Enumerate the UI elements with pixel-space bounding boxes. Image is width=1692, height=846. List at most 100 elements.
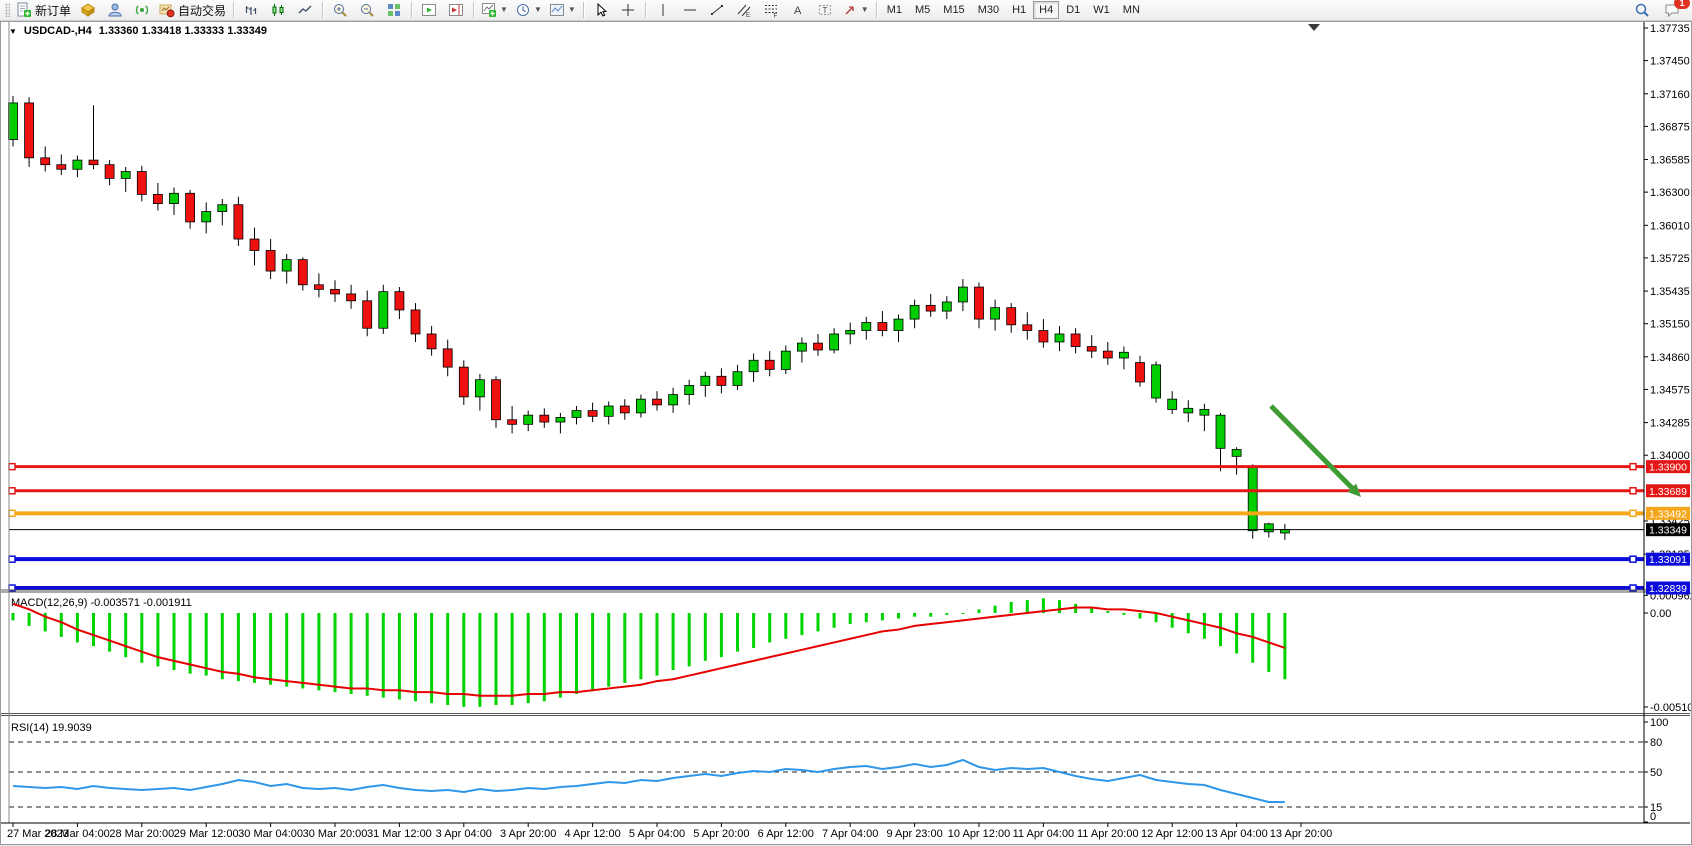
autotrade-button[interactable]: 自动交易 (156, 0, 229, 20)
macd-histogram-bar (768, 613, 771, 642)
line-handle[interactable] (1630, 510, 1636, 516)
crosshair-icon (620, 2, 636, 18)
timeframe-mn-button[interactable]: MN (1117, 1, 1146, 19)
macd-histogram-bar (1139, 613, 1142, 619)
rsi-tick-label: 0 (1650, 811, 1656, 823)
search-button[interactable] (1629, 0, 1655, 20)
chat-button[interactable]: 1 (1659, 0, 1685, 20)
macd-histogram-bar (124, 613, 127, 657)
bear-candle (1103, 351, 1112, 358)
toolbar-separator (583, 2, 584, 18)
line-chart-button[interactable] (292, 0, 318, 20)
macd-histogram-bar (108, 613, 111, 652)
chart-shift-marker[interactable] (1308, 24, 1320, 31)
trendline-tool-button[interactable] (704, 0, 730, 20)
price-tick-label: 1.34860 (1650, 352, 1690, 364)
profile-button[interactable] (102, 0, 128, 20)
macd-histogram-bar (1283, 613, 1286, 679)
time-tick-label: 11 Apr 04:00 (1013, 828, 1075, 840)
time-tick-label: 5 Apr 04:00 (629, 828, 685, 840)
time-tick-label: 28 Mar 20:00 (109, 828, 174, 840)
macd-histogram-bar (382, 613, 385, 698)
horizontal-line-tool-button[interactable] (677, 0, 703, 20)
channel-tool-button[interactable]: E (731, 0, 757, 20)
bear-candle (620, 406, 629, 413)
templates-button[interactable]: ▼ (546, 0, 579, 20)
bear-candle (1087, 347, 1096, 352)
periods-button[interactable]: ▼ (512, 0, 545, 20)
macd-histogram-bar (317, 613, 320, 690)
chart-dropdown-icon[interactable]: ▼ (9, 27, 17, 36)
crosshair-tool-button[interactable] (615, 0, 641, 20)
auto-scroll-button[interactable] (416, 0, 442, 20)
broadcast-button[interactable] (129, 0, 155, 20)
line-handle[interactable] (1630, 488, 1636, 494)
line-handle[interactable] (9, 464, 15, 470)
time-tick-label: 6 Apr 12:00 (758, 828, 814, 840)
tile-windows-button[interactable] (381, 0, 407, 20)
timeframe-m5-button[interactable]: M5 (909, 1, 936, 19)
vertical-line-tool-button[interactable] (650, 0, 676, 20)
macd-histogram-bar (92, 613, 95, 646)
bull-candle (1119, 352, 1128, 358)
macd-tick-label: 0.00 (1650, 608, 1671, 620)
auto-scroll-icon (421, 2, 437, 18)
indicators-button[interactable]: ▼ (478, 0, 511, 20)
zoom-out-icon (359, 2, 375, 18)
chart-canvas[interactable]: MACD(12,26,9) -0.003571 -0.001911 RSI(14… (1, 22, 1691, 842)
price-tick-label: 1.34285 (1650, 418, 1690, 430)
timeframe-h1-button[interactable]: H1 (1006, 1, 1032, 19)
bar-chart-button[interactable] (238, 0, 264, 20)
line-handle[interactable] (9, 510, 15, 516)
fibonacci-tool-button[interactable]: F (758, 0, 784, 20)
toolbar-grip (5, 3, 10, 17)
line-handle[interactable] (1630, 556, 1636, 562)
bull-candle (1264, 524, 1273, 532)
macd-histogram-bar (414, 613, 417, 701)
timeframe-w1-button[interactable]: W1 (1087, 1, 1116, 19)
cursor-tool-button[interactable] (588, 0, 614, 20)
charts-button[interactable] (75, 0, 101, 20)
annotation-arrow[interactable] (1271, 406, 1355, 491)
macd-histogram-bar (76, 613, 79, 642)
text-label-tool-button[interactable]: T (812, 0, 838, 20)
line-handle[interactable] (1630, 464, 1636, 470)
vertical-line-icon (655, 2, 671, 18)
time-tick-label: 13 Apr 04:00 (1205, 828, 1267, 840)
timeframe-d1-button[interactable]: D1 (1060, 1, 1086, 19)
zoom-out-button[interactable] (354, 0, 380, 20)
macd-histogram-bar (607, 613, 610, 687)
bull-candle (862, 323, 871, 331)
text-tool-button[interactable]: A (785, 0, 811, 20)
price-tick-label: 1.35150 (1650, 319, 1690, 331)
macd-histogram-bar (462, 613, 465, 707)
macd-histogram-bar (784, 613, 787, 639)
bear-candle (105, 165, 114, 179)
chart-shift-button[interactable] (443, 0, 469, 20)
candlestick-chart-button[interactable] (265, 0, 291, 20)
autotrade-icon (159, 2, 175, 18)
macd-histogram-bar (720, 613, 723, 657)
bear-candle (186, 193, 195, 222)
zoom-in-button[interactable] (327, 0, 353, 20)
arrow-objects-icon (842, 2, 858, 18)
line-handle[interactable] (9, 556, 15, 562)
bear-candle (975, 287, 984, 319)
timeframe-h4-button[interactable]: H4 (1033, 1, 1059, 19)
bull-candle (572, 411, 581, 418)
macd-histogram-bar (833, 613, 836, 628)
bear-candle (878, 323, 887, 331)
bear-candle (25, 103, 34, 158)
new-order-button[interactable]: 新订单 (13, 0, 74, 20)
text-label-icon: T (817, 2, 833, 18)
chart-shift-icon (448, 2, 464, 18)
timeframe-m15-button[interactable]: M15 (937, 1, 970, 19)
line-handle[interactable] (9, 488, 15, 494)
bull-candle (830, 334, 839, 350)
arrows-tool-button[interactable]: ▼ (839, 0, 872, 20)
bull-candle (942, 302, 951, 311)
bull-candle (991, 308, 1000, 319)
macd-histogram-bar (1010, 602, 1013, 613)
timeframe-m1-button[interactable]: M1 (881, 1, 908, 19)
timeframe-m30-button[interactable]: M30 (972, 1, 1005, 19)
